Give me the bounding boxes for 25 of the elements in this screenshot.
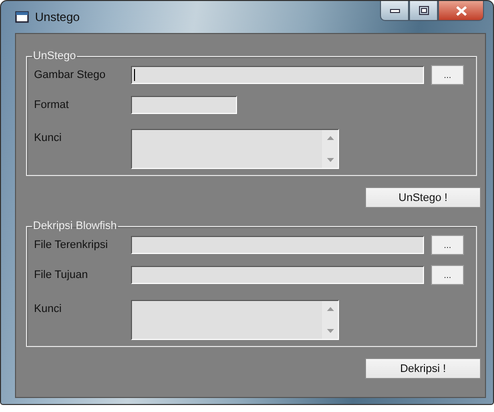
close-button[interactable] bbox=[438, 1, 484, 21]
field-label: Kunci bbox=[34, 131, 63, 144]
path-field[interactable] bbox=[131, 266, 424, 284]
close-icon bbox=[456, 6, 466, 16]
field-label: Kunci bbox=[34, 302, 63, 315]
format-field[interactable] bbox=[131, 96, 237, 114]
window-icon bbox=[15, 11, 29, 23]
path-field[interactable] bbox=[131, 66, 424, 84]
field-label: File Terenkripsi bbox=[34, 238, 109, 251]
minimize-button[interactable] bbox=[380, 1, 409, 21]
maximize-button[interactable] bbox=[409, 1, 438, 21]
action-button[interactable]: Dekripsi ! bbox=[365, 358, 481, 379]
group-title: Dekripsi Blowfish bbox=[32, 220, 118, 232]
minimize-icon bbox=[390, 8, 400, 12]
maximize-icon bbox=[418, 6, 428, 15]
browse-button[interactable]: ... bbox=[431, 265, 464, 285]
field-label: Format bbox=[34, 98, 70, 111]
group-title: UnStego bbox=[32, 50, 77, 62]
window-title: Unstego bbox=[35, 10, 80, 24]
path-field[interactable] bbox=[131, 236, 424, 254]
field-label: Gambar Stego bbox=[34, 68, 107, 81]
browse-button[interactable]: ... bbox=[431, 65, 464, 85]
action-button[interactable]: UnStego ! bbox=[365, 187, 481, 208]
browse-button[interactable]: ... bbox=[431, 235, 464, 255]
field-label: File Tujuan bbox=[34, 268, 89, 281]
